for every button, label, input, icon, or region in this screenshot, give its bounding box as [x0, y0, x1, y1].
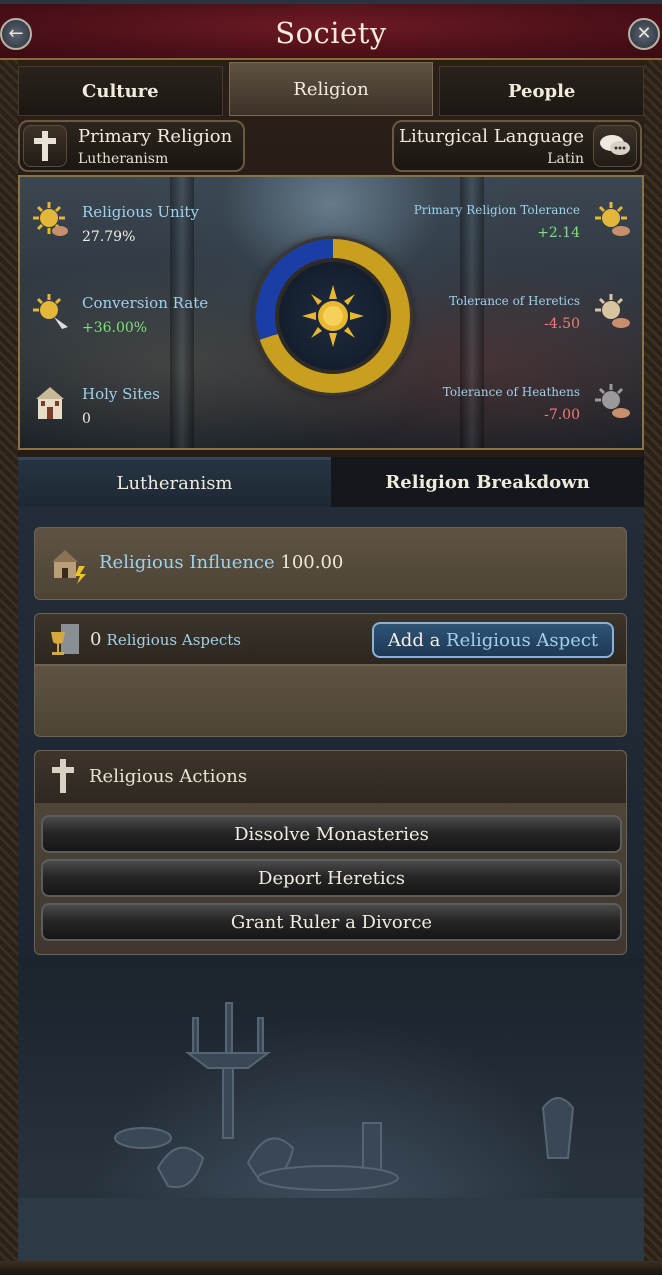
- left-rail: [0, 60, 18, 1275]
- deport-heretics-button[interactable]: Deport Heretics: [41, 859, 622, 897]
- tab-people[interactable]: People: [439, 66, 645, 116]
- dial-center: [275, 258, 391, 374]
- tolerance-heathens-stat[interactable]: Tolerance of Heathens -7.00: [443, 385, 580, 423]
- holy-sites-value: 0: [82, 411, 91, 427]
- religious-influence-label: Religious Influence: [99, 552, 275, 573]
- sun-icon: [595, 384, 630, 418]
- sun-icon: [595, 294, 630, 328]
- speech-bubble-icon: [593, 125, 637, 167]
- liturgical-language-card[interactable]: Liturgical Language Latin: [392, 120, 642, 172]
- sun-icon: [302, 285, 364, 347]
- page-title: Society: [275, 16, 387, 50]
- religion-overview-panel: Religious Unity 27.79% Conversion Rate +…: [18, 175, 644, 450]
- religious-actions-panel: Religious Actions Dissolve Monasteries D…: [34, 750, 627, 955]
- holy-sites-stat[interactable]: Holy Sites 0: [82, 385, 160, 427]
- religious-actions-title: Religious Actions: [89, 766, 248, 787]
- religious-aspects-list: [34, 665, 627, 737]
- tab-culture[interactable]: Culture: [18, 66, 223, 116]
- table-illustration: [18, 1002, 644, 1262]
- grant-ruler-divorce-button[interactable]: Grant Ruler a Divorce: [41, 903, 622, 941]
- primary-religion-card[interactable]: Primary Religion Lutheranism: [18, 120, 245, 172]
- sun-icon: [595, 202, 630, 236]
- sun-icon: [33, 202, 68, 236]
- tab-religion-breakdown[interactable]: Religion Breakdown: [331, 457, 644, 507]
- religious-influence-value: 100.00: [280, 552, 344, 573]
- aspects-label: Religious Aspects: [106, 631, 242, 649]
- add-aspect-prefix: Add a: [387, 629, 441, 651]
- church-icon: [36, 387, 64, 419]
- church-icon: [52, 550, 86, 584]
- primary-tolerance-label: Primary Religion Tolerance: [413, 203, 580, 217]
- chalice-icon: [51, 624, 79, 655]
- tab-religion[interactable]: Religion: [228, 62, 434, 116]
- tolerance-heathens-label: Tolerance of Heathens: [442, 385, 580, 399]
- tolerance-heathens-value: -7.00: [544, 407, 580, 423]
- religious-unity-label: Religious Unity: [82, 203, 199, 221]
- liturgical-language-label: Liturgical Language: [398, 126, 584, 147]
- dissolve-monasteries-button[interactable]: Dissolve Monasteries: [41, 815, 622, 853]
- religious-unity-value: 27.79%: [82, 229, 136, 245]
- cross-icon: [52, 759, 74, 793]
- religious-actions-header: Religious Actions: [35, 751, 626, 803]
- primary-tolerance-stat[interactable]: Primary Religion Tolerance +2.14: [414, 203, 580, 241]
- religious-unity-dial[interactable]: [256, 239, 410, 393]
- religion-subtabs: Lutheranism Religion Breakdown: [18, 457, 644, 507]
- add-religious-aspect-button[interactable]: Add a Religious Aspect: [372, 622, 614, 658]
- close-icon[interactable]: ✕: [628, 18, 660, 50]
- religious-aspects-header: 0 Religious Aspects Add a Religious Aspe…: [34, 613, 627, 665]
- cross-icon: [23, 125, 67, 167]
- tab-lutheranism[interactable]: Lutheranism: [18, 457, 331, 507]
- conversion-rate-value: +36.00%: [82, 320, 148, 336]
- primary-tolerance-value: +2.14: [537, 225, 580, 241]
- tolerance-heretics-stat[interactable]: Tolerance of Heretics -4.50: [449, 294, 580, 332]
- header-bar: ← Society ✕: [0, 0, 662, 60]
- sun-icon: [33, 294, 68, 329]
- primary-religion-value: Lutheranism: [78, 151, 169, 167]
- tolerance-heretics-label: Tolerance of Heretics: [449, 294, 580, 308]
- add-aspect-highlight: Religious Aspect: [446, 629, 599, 651]
- tolerance-heretics-value: -4.50: [544, 316, 580, 332]
- primary-religion-label: Primary Religion: [78, 126, 233, 147]
- society-tabs: Culture Religion People: [18, 62, 645, 116]
- religious-unity-stat[interactable]: Religious Unity 27.79%: [82, 203, 199, 245]
- conversion-rate-stat[interactable]: Conversion Rate +36.00%: [82, 294, 208, 336]
- religious-influence-row: Religious Influence 100.00: [34, 527, 627, 600]
- aspects-count: 0: [90, 629, 102, 650]
- bottom-frame: [0, 1261, 662, 1275]
- conversion-rate-label: Conversion Rate: [82, 294, 209, 312]
- holy-sites-label: Holy Sites: [82, 385, 160, 403]
- right-rail: [644, 60, 662, 1275]
- dining-scene-illustration: [18, 958, 644, 1262]
- liturgical-language-value: Latin: [547, 151, 584, 167]
